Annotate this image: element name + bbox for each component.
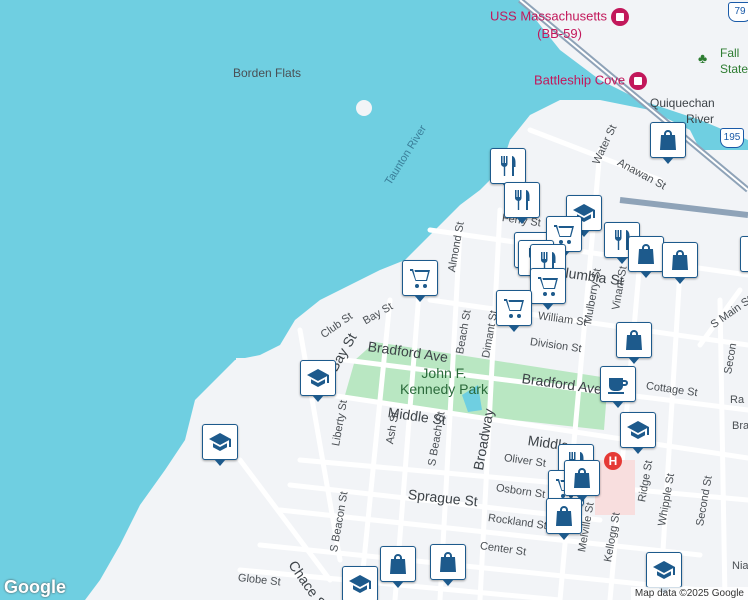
uss-massachusetts-label[interactable]: USS Massachusetts (BB-59) (490, 8, 630, 41)
map-base (85, 0, 748, 600)
shopping-bag-icon (638, 244, 654, 264)
grocery-marker[interactable] (402, 260, 438, 302)
cart-icon (504, 299, 524, 318)
coffee-marker[interactable] (600, 366, 636, 408)
route-79-shield: 79 (728, 2, 748, 22)
fall-label-2: State (720, 62, 748, 76)
school-icon (349, 575, 371, 593)
shopping-bag-icon (556, 506, 572, 526)
park-name-line1: John F. (421, 365, 467, 381)
shopping-bag-marker[interactable] (628, 236, 664, 278)
shopping-bag-icon (626, 330, 642, 350)
cart-icon (554, 225, 574, 244)
borden-flats-label: Borden Flats (233, 66, 302, 80)
shopping-bag-marker[interactable] (380, 546, 416, 588)
shopping-bag-marker[interactable] (616, 322, 652, 364)
google-logo: Google (4, 577, 66, 597)
shopping-bag-icon (672, 250, 688, 270)
kennedy-park-label: John F. Kennedy Park (400, 365, 488, 397)
grocery-marker[interactable] (530, 268, 566, 310)
grocery-marker[interactable] (496, 290, 532, 332)
shopping-bag-marker[interactable] (564, 460, 600, 502)
school-marker[interactable] (202, 424, 238, 466)
shopping-bag-marker[interactable] (740, 236, 748, 272)
school-marker[interactable] (646, 552, 682, 594)
park-name-line2: Kennedy Park (400, 381, 488, 397)
street-nia-st: Nia (732, 560, 748, 572)
school-icon (653, 561, 675, 579)
shopping-bag-icon (440, 552, 456, 572)
park-tree-icon: ♣ (698, 50, 708, 66)
restaurant-marker[interactable] (490, 148, 526, 190)
shopping-bag-icon (660, 130, 676, 150)
school-marker[interactable] (300, 360, 336, 402)
restaurant-icon (515, 190, 530, 210)
shopping-bag-marker[interactable] (662, 242, 698, 284)
map-attribution: Map data ©2025 Google (630, 587, 748, 600)
street-ra-st: Ra (730, 394, 745, 406)
fall-label-1: Fall (720, 46, 740, 60)
battleship-cove-name: Battleship Cove (534, 72, 626, 88)
shopping-bag-marker[interactable] (650, 122, 686, 164)
island (356, 100, 372, 116)
coffee-icon (608, 378, 628, 394)
cart-icon (410, 269, 430, 288)
quiquechan-label-1: Quiquechan (650, 96, 715, 110)
street-bra-st: Bra (732, 420, 748, 432)
map-canvas[interactable]: USS Massachusetts (BB-59) Battleship Cov… (0, 0, 748, 600)
shopping-bag-icon (390, 554, 406, 574)
restaurant-icon (501, 156, 516, 176)
uss-name: USS Massachusetts (490, 8, 608, 24)
shopping-bag-marker[interactable] (430, 544, 466, 586)
route-195-shield: 195 (720, 128, 744, 148)
school-marker[interactable] (620, 412, 656, 454)
school-icon (307, 369, 329, 387)
shopping-bag-icon (574, 468, 590, 488)
quiquechan-label-2: River (686, 112, 715, 126)
school-icon (209, 433, 231, 451)
uss-subtitle: (BB-59) (537, 26, 582, 41)
school-icon (627, 421, 649, 439)
museum-icon (611, 8, 630, 26)
battleship-cove-label[interactable]: Battleship Cove (534, 72, 648, 90)
restaurant-marker[interactable] (504, 182, 540, 224)
shopping-bag-marker[interactable] (546, 498, 582, 540)
hospital-icon[interactable]: H (604, 452, 622, 470)
museum-icon (629, 72, 648, 90)
cart-icon (538, 277, 558, 296)
school-marker[interactable] (342, 566, 378, 600)
